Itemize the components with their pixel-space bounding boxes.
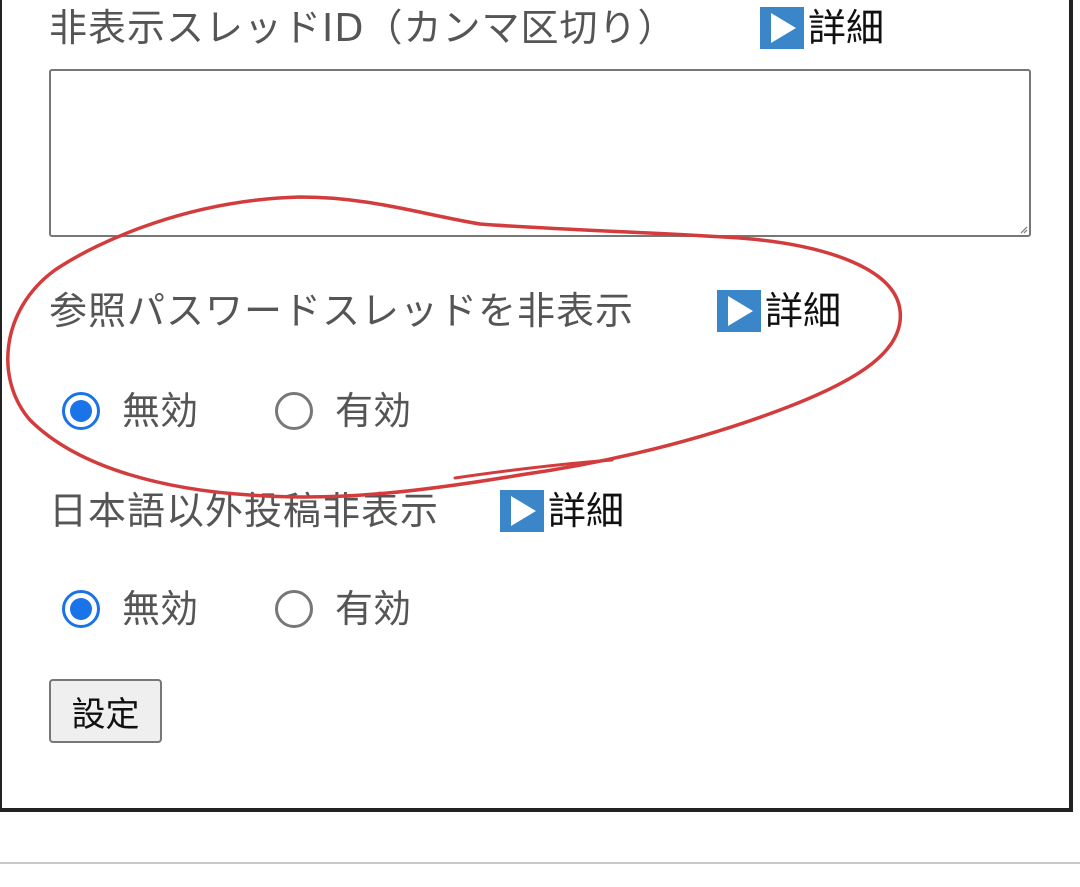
radio-button-checked[interactable]	[62, 392, 100, 430]
settings-submit-button[interactable]: 設定	[49, 679, 162, 743]
hide-non-japanese-posts-enabled-option[interactable]: 有効	[275, 587, 411, 631]
resize-grip-icon[interactable]	[1019, 225, 1028, 234]
play-triangle-icon	[760, 7, 804, 49]
radio-label: 無効	[122, 389, 199, 433]
hide-non-japanese-posts-details-link[interactable]: 詳細	[500, 489, 624, 533]
hide-password-threads-details-link[interactable]: 詳細	[717, 289, 841, 333]
details-label: 詳細	[548, 489, 625, 533]
hidden-thread-ids-details-link[interactable]: 詳細	[760, 6, 884, 50]
radio-button-checked[interactable]	[62, 590, 100, 628]
details-label: 詳細	[808, 6, 885, 50]
hide-non-japanese-posts-disabled-option[interactable]: 無効	[62, 587, 198, 631]
bottom-divider	[0, 862, 1080, 864]
radio-label: 有効	[335, 587, 412, 631]
play-triangle-icon	[500, 490, 544, 532]
hide-non-japanese-posts-label: 日本語以外投稿非表示	[49, 489, 440, 533]
play-triangle-icon	[717, 290, 761, 332]
radio-label: 無効	[122, 587, 199, 631]
hide-password-threads-label: 参照パスワードスレッドを非表示	[49, 289, 635, 333]
hide-password-threads-disabled-option[interactable]: 無効	[62, 389, 198, 433]
hide-password-threads-enabled-option[interactable]: 有効	[275, 389, 411, 433]
hidden-thread-ids-textarea[interactable]	[49, 69, 1031, 237]
hidden-thread-ids-label: 非表示スレッドID（カンマ区切り）	[49, 6, 677, 50]
radio-button[interactable]	[275, 392, 313, 430]
details-label: 詳細	[765, 289, 842, 333]
radio-label: 有効	[335, 389, 412, 433]
settings-page: 非表示スレッドID（カンマ区切り） 詳細 参照パスワードスレッドを非表示 詳細 …	[0, 0, 1080, 887]
radio-button[interactable]	[275, 590, 313, 628]
